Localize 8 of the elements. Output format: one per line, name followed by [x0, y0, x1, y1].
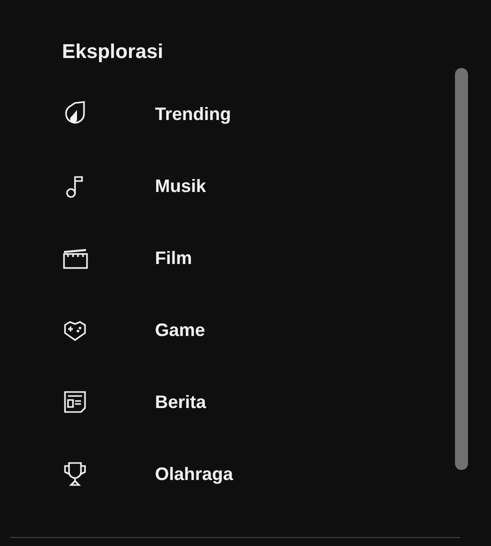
sidebar-item[interactable]: Game: [0, 294, 491, 366]
sidebar-item[interactable]: Musik: [0, 150, 491, 222]
sidebar-item[interactable]: Trending: [0, 78, 491, 150]
section-title: Eksplorasi: [62, 40, 164, 65]
scrollbar-thumb[interactable]: [455, 68, 468, 470]
sidebar-item[interactable]: Olahraga: [0, 438, 491, 510]
sidebar-item[interactable]: Berita: [0, 366, 491, 438]
sidebar-item[interactable]: Film: [0, 222, 491, 294]
